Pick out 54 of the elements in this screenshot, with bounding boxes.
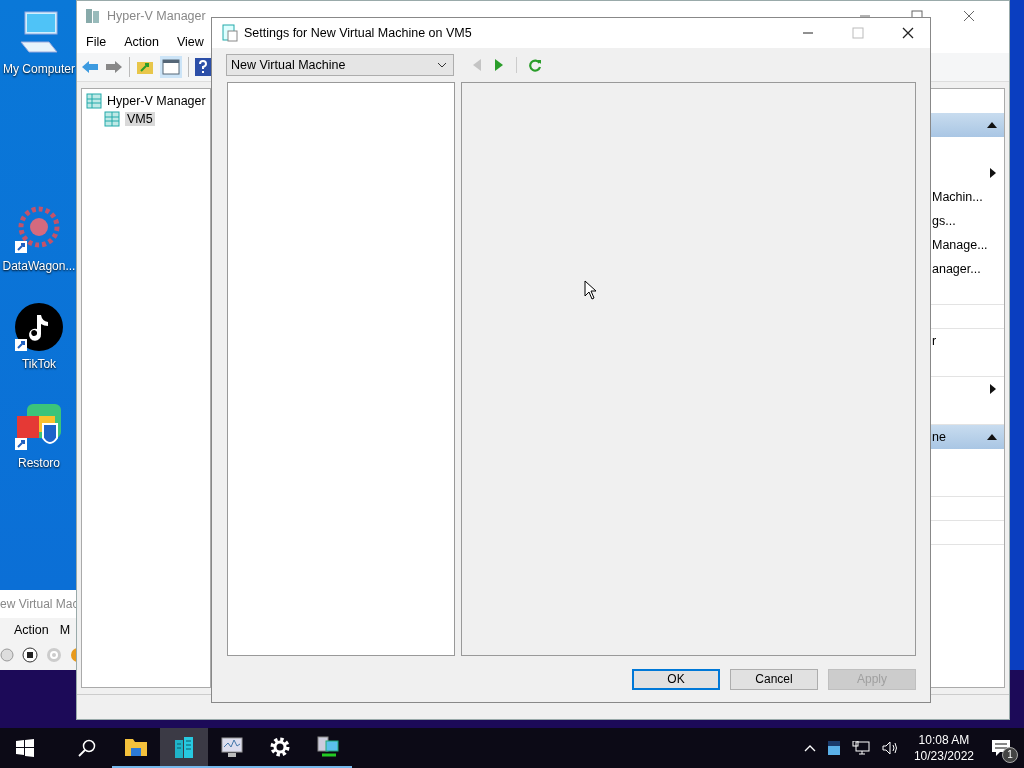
chevron-down-icon	[437, 62, 447, 68]
collapse-icon[interactable]	[987, 434, 997, 440]
desktop-icon-label[interactable]: TikTok	[21, 357, 57, 371]
settings-icon	[268, 735, 292, 759]
menu-item[interactable]: Action	[14, 623, 49, 637]
notification-badge: 1	[1002, 747, 1018, 763]
tree-item[interactable]: VM5	[86, 110, 206, 128]
collapse-icon[interactable]	[987, 122, 997, 128]
chevron-up-icon[interactable]	[803, 744, 816, 752]
refresh-icon[interactable]	[529, 58, 542, 72]
stop-icon[interactable]	[22, 647, 38, 663]
server-icon	[172, 735, 196, 759]
menu-item[interactable]: Action	[124, 35, 159, 49]
windows-start-icon[interactable]	[16, 739, 34, 757]
actions-pane-link[interactable]: r	[932, 334, 937, 348]
clock-date[interactable]: 10/23/2022	[913, 748, 974, 764]
storage-icon[interactable]	[827, 741, 840, 755]
maximize-icon	[852, 27, 864, 39]
show-pane-icon[interactable]	[160, 56, 182, 78]
menu-item[interactable]: M	[59, 623, 71, 637]
desktop-icon-label[interactable]: My Computer	[3, 62, 75, 76]
vm-dropdown[interactable]: New Virtual Machine	[226, 54, 454, 76]
volume-icon[interactable]	[881, 741, 900, 755]
dialog-button[interactable]: Cancel	[730, 668, 818, 690]
monitor-chart-icon	[220, 735, 244, 759]
close-icon[interactable]	[902, 27, 914, 39]
actions-pane-link[interactable]: Manage...	[932, 238, 988, 252]
mouse-cursor-icon	[584, 280, 597, 300]
server-icon	[104, 111, 120, 127]
network-computer-icon	[316, 735, 340, 759]
submenu-arrow-icon[interactable]	[990, 168, 996, 178]
actions-pane-link[interactable]: anager...	[932, 262, 981, 276]
menu-item[interactable]: File	[86, 35, 107, 49]
actions-pane-link[interactable]: gs...	[932, 214, 956, 228]
dialog-button[interactable]: OK	[632, 668, 720, 690]
help-icon[interactable]	[195, 58, 211, 76]
clock-time[interactable]: 10:08 AM	[918, 732, 970, 748]
menu-item[interactable]: View	[176, 35, 204, 49]
server-group-icon	[86, 93, 102, 109]
tree-item[interactable]: Hyper-V Manager	[86, 92, 206, 110]
actions-header[interactable]: ne	[928, 425, 1004, 449]
desktop-icon-label[interactable]: DataWagon...	[2, 259, 76, 273]
window-title: Hyper-V Manager	[107, 9, 206, 23]
forward-arrow-icon[interactable]	[105, 59, 123, 75]
settings-document-icon	[222, 24, 238, 42]
window-title: Settings for New Virtual Machine on VM5	[244, 26, 472, 40]
search-icon[interactable]	[78, 739, 96, 757]
submenu-arrow-icon[interactable]	[990, 384, 996, 394]
desktop-icon-label[interactable]: Restoro	[18, 456, 60, 470]
forward-icon[interactable]	[494, 59, 504, 71]
network-icon[interactable]	[851, 741, 870, 755]
actions-pane-link[interactable]: Machin...	[932, 190, 983, 204]
server-icon	[85, 8, 101, 24]
back-arrow-icon[interactable]	[81, 59, 99, 75]
